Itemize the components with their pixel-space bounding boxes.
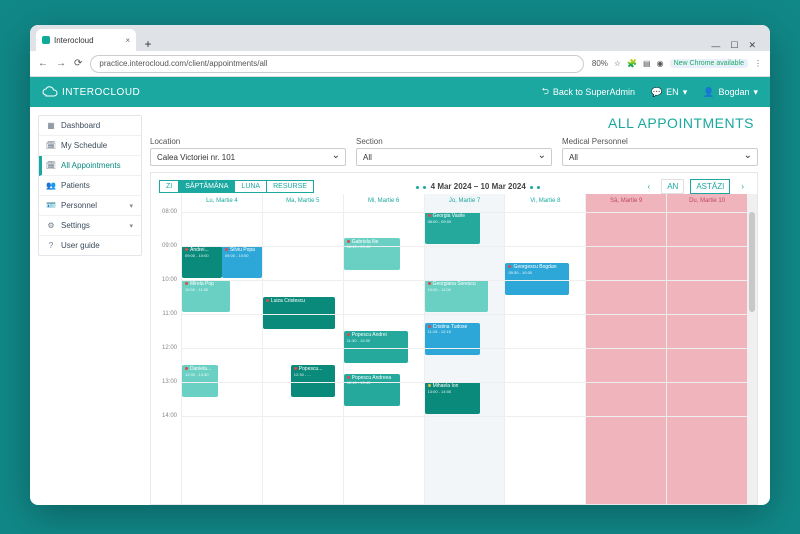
- close-tab-icon[interactable]: ×: [125, 36, 130, 45]
- address-bar[interactable]: practice.interocloud.com/client/appointm…: [90, 55, 583, 73]
- app: INTEROCLOUD ⮌ Back to SuperAdmin 💬 EN ▾ …: [30, 77, 770, 505]
- zoom-level[interactable]: 80%: [592, 59, 608, 68]
- sidebar-item-personnel[interactable]: 🪪Personnel▾: [39, 196, 141, 216]
- browser-menu-icon[interactable]: ⋮: [754, 59, 762, 68]
- back-icon[interactable]: ←: [38, 58, 48, 69]
- page-title: ALL APPOINTMENTS: [150, 115, 754, 131]
- sidebar: ▦Dashboard 🗓My Schedule 🗓All Appointment…: [30, 107, 150, 505]
- main-content: ALL APPOINTMENTS Location Calea Victorie…: [150, 107, 770, 505]
- cloud-icon: [42, 86, 58, 98]
- chevron-down-icon: ▾: [129, 222, 133, 230]
- filter-personnel-select[interactable]: All: [562, 148, 758, 166]
- year-button[interactable]: AN: [661, 179, 684, 194]
- scrollbar[interactable]: [747, 194, 757, 504]
- close-window-icon[interactable]: ✕: [748, 40, 756, 51]
- sidebar-item-patients[interactable]: 👥Patients: [39, 176, 141, 196]
- bookmark-star-icon[interactable]: ☆: [614, 59, 621, 68]
- brand-text: INTEROCLOUD: [62, 87, 140, 98]
- filter-personnel-label: Medical Personnel: [562, 137, 758, 146]
- scrollbar-thumb[interactable]: [749, 212, 755, 312]
- sidebar-item-all-appointments[interactable]: 🗓All Appointments: [39, 156, 141, 176]
- window-controls: — ☐ ✕: [711, 40, 764, 51]
- day-header[interactable]: Du, Martie 10: [667, 194, 747, 212]
- filter-section-label: Section: [356, 137, 552, 146]
- hour-label: 11:00: [151, 311, 181, 317]
- filter-location-label: Location: [150, 137, 346, 146]
- maximize-icon[interactable]: ☐: [730, 40, 738, 51]
- gear-icon: ⚙: [47, 222, 55, 230]
- chevron-down-icon: ▾: [753, 87, 758, 98]
- day-header[interactable]: Ma, Martie 5: [263, 194, 343, 212]
- day-header[interactable]: Sâ, Martie 9: [586, 194, 666, 212]
- day-header[interactable]: Vi, Martie 8: [505, 194, 585, 212]
- hour-label: 12:00: [151, 345, 181, 351]
- calendar-range: 4 Mar 2024 – 10 Mar 2024: [320, 182, 637, 191]
- app-body: ▦Dashboard 🗓My Schedule 🗓All Appointment…: [30, 107, 770, 505]
- calendar-body: Lu, Martie 4Andrei...09:00 - 10:00Silviu…: [151, 194, 757, 504]
- view-week-button[interactable]: SĂPTĂMÂNA: [179, 180, 235, 193]
- filter-section-select[interactable]: All: [356, 148, 552, 166]
- app-header: INTEROCLOUD ⮌ Back to SuperAdmin 💬 EN ▾ …: [30, 77, 770, 107]
- hour-label: 14:00: [151, 413, 181, 419]
- day-header[interactable]: Jo, Martie 7: [425, 194, 505, 212]
- id-icon: 🪪: [47, 202, 55, 210]
- view-day-button[interactable]: ZI: [159, 180, 179, 193]
- reload-icon[interactable]: ⟳: [74, 58, 82, 69]
- prev-period-button[interactable]: ‹: [643, 180, 656, 193]
- reading-list-icon[interactable]: ▤: [643, 59, 651, 68]
- chevron-down-icon: ▾: [129, 202, 133, 210]
- back-to-superadmin-link[interactable]: ⮌ Back to SuperAdmin: [542, 84, 635, 100]
- chevron-down-icon: ▾: [683, 87, 688, 98]
- chat-icon: 💬: [651, 87, 662, 98]
- browser-tab[interactable]: Interocloud ×: [36, 29, 136, 51]
- language-select[interactable]: 💬 EN ▾: [651, 87, 687, 98]
- hour-label: 13:00: [151, 379, 181, 385]
- help-icon: ?: [47, 242, 55, 250]
- minimize-icon[interactable]: —: [711, 41, 720, 51]
- next-period-button[interactable]: ›: [736, 180, 749, 193]
- app-logo[interactable]: INTEROCLOUD: [42, 86, 140, 98]
- grid-icon: ▦: [47, 122, 55, 130]
- user-icon: 👤: [703, 87, 714, 98]
- url-text: practice.interocloud.com/client/appointm…: [99, 59, 267, 68]
- tab-title: Interocloud: [54, 36, 94, 45]
- sidebar-item-settings[interactable]: ⚙Settings▾: [39, 216, 141, 236]
- sidebar-item-my-schedule[interactable]: 🗓My Schedule: [39, 136, 141, 156]
- day-header[interactable]: Lu, Martie 4: [182, 194, 262, 212]
- view-resources-button[interactable]: RESURSE: [267, 180, 314, 193]
- browser-tab-strip: Interocloud × + — ☐ ✕: [30, 25, 770, 51]
- back-arrow-icon: ⮌: [542, 84, 549, 100]
- day-header[interactable]: Mi, Martie 6: [344, 194, 424, 212]
- hour-label: 10:00: [151, 277, 181, 283]
- calendar-card: ZI SĂPTĂMÂNA LUNA RESURSE 4 Mar 2024 – 1…: [150, 172, 758, 505]
- chrome-update-chip[interactable]: New Chrome available: [670, 59, 748, 68]
- favicon: [42, 36, 50, 44]
- today-button[interactable]: ASTĂZI: [690, 179, 730, 194]
- filter-location-select[interactable]: Calea Victoriei nr. 101: [150, 148, 346, 166]
- user-menu[interactable]: 👤 Bogdan ▾: [703, 87, 758, 98]
- profile-avatar-icon[interactable]: ◉: [657, 59, 664, 68]
- view-switch: ZI SĂPTĂMÂNA LUNA RESURSE: [159, 180, 314, 193]
- forward-icon[interactable]: →: [56, 58, 66, 69]
- extensions-icon[interactable]: 🧩: [627, 59, 637, 68]
- browser-window: Interocloud × + — ☐ ✕ ← → ⟳ practice.int…: [30, 25, 770, 505]
- hour-label: 09:00: [151, 243, 181, 249]
- sidebar-item-user-guide[interactable]: ?User guide: [39, 236, 141, 255]
- sidebar-item-dashboard[interactable]: ▦Dashboard: [39, 116, 141, 136]
- calendar-icon: 🗓: [47, 142, 55, 150]
- new-tab-button[interactable]: +: [140, 37, 156, 51]
- hour-label: 08:00: [151, 209, 181, 215]
- hour-lines-layer: [181, 212, 747, 504]
- people-icon: 👥: [47, 182, 55, 190]
- browser-toolbar: ← → ⟳ practice.interocloud.com/client/ap…: [30, 51, 770, 77]
- calendar-all-icon: 🗓: [47, 162, 55, 170]
- calendar-toolbar: ZI SĂPTĂMÂNA LUNA RESURSE 4 Mar 2024 – 1…: [151, 179, 757, 194]
- view-month-button[interactable]: LUNA: [235, 180, 267, 193]
- filter-row: Location Calea Victoriei nr. 101 Section…: [150, 137, 758, 166]
